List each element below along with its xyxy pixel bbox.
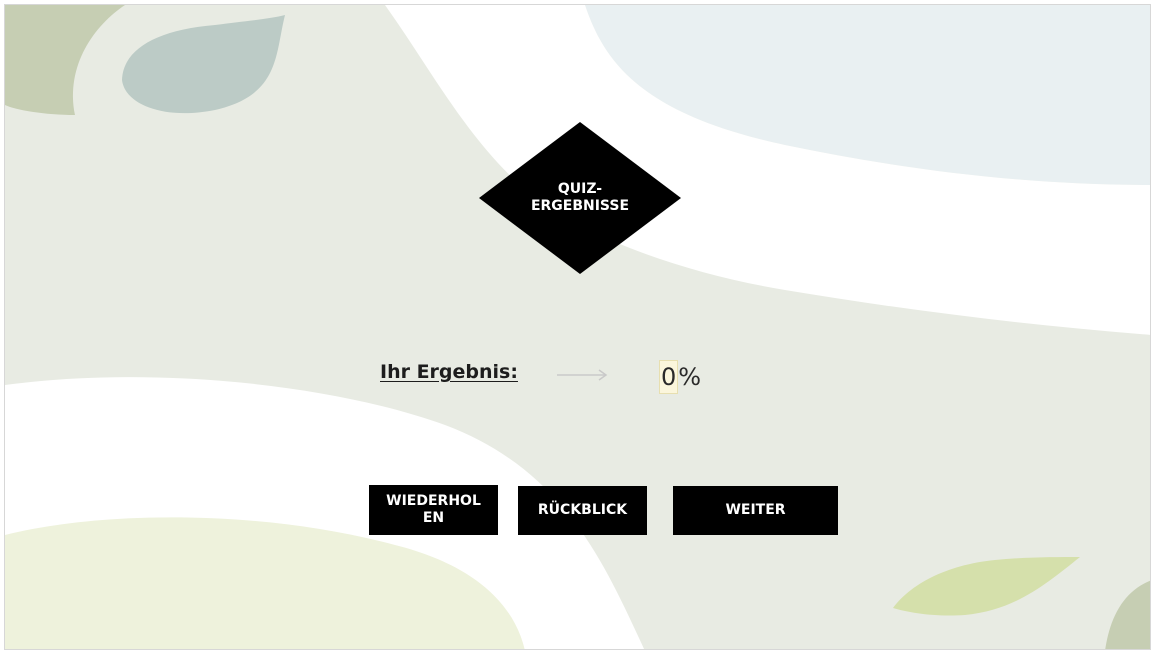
retry-button-label: WIEDERHOLEN [386, 493, 481, 526]
leaf-bottom-right [893, 557, 1080, 616]
corner-bottom-right [1105, 580, 1150, 649]
next-button-label: WEITER [725, 502, 786, 518]
title-container: QUIZ-ERGEBNISSE [479, 122, 681, 274]
background-decoration [5, 5, 1150, 649]
result-label: Ihr Ergebnis: [380, 361, 518, 383]
score-display: 0 % [659, 360, 701, 394]
review-button[interactable]: RÜCKBLICK [518, 486, 647, 535]
arrow-right-icon [557, 369, 608, 381]
score-value: 0 [659, 360, 679, 394]
review-button-label: RÜCKBLICK [537, 502, 628, 518]
next-button[interactable]: WEITER [673, 486, 838, 535]
quiz-results-slide: QUIZ-ERGEBNISSE Ihr Ergebnis: 0 % WIEDER… [4, 4, 1151, 650]
retry-button[interactable]: WIEDERHOLEN [369, 485, 498, 535]
score-unit: % [678, 363, 702, 391]
page-title: QUIZ-ERGEBNISSE [530, 181, 630, 214]
leaf-teal [122, 15, 285, 114]
leaf-top-left [5, 5, 125, 115]
